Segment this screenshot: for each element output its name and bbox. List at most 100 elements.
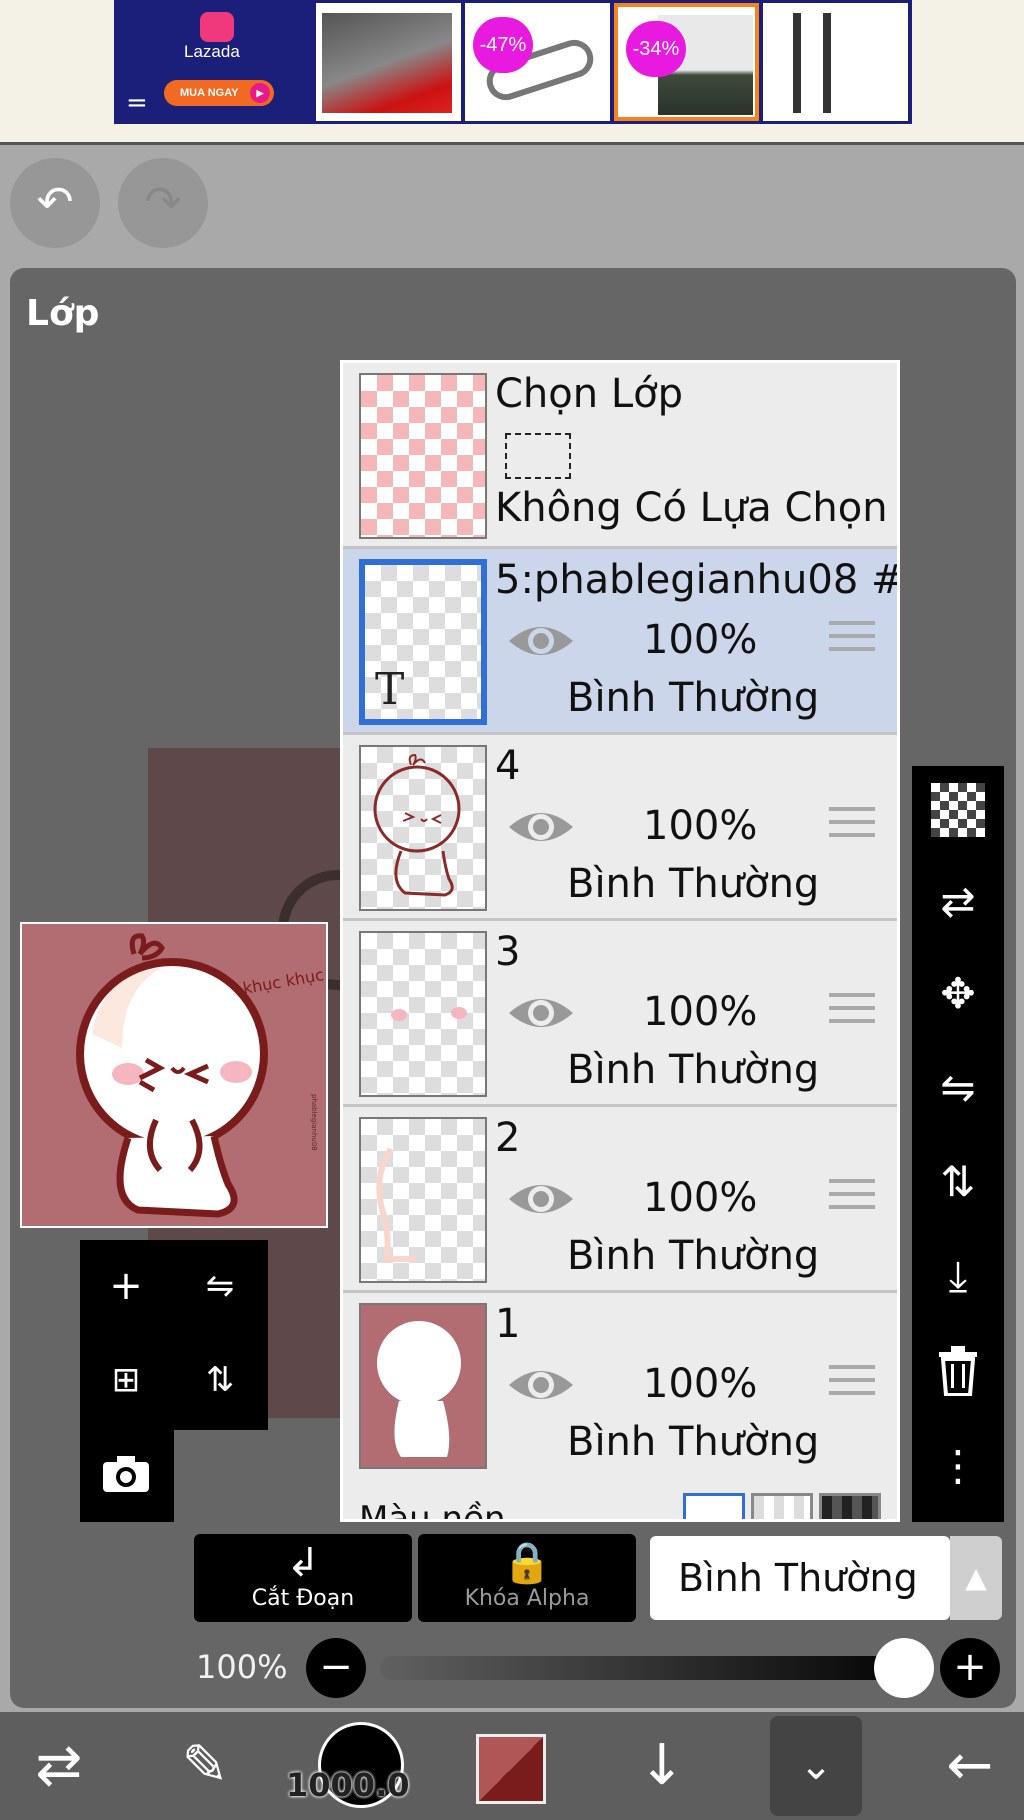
ad-banner[interactable]: Lazada MUA NGAY = -47% -34%	[114, 0, 912, 124]
layer-row[interactable]: 2 100% Bình Thường	[343, 1107, 897, 1293]
ad-area: Lazada MUA NGAY = -47% -34%	[0, 0, 1024, 145]
layer-opacity: 100%	[643, 617, 758, 663]
drag-handle-icon[interactable]	[829, 621, 875, 661]
ad-product-mat[interactable]	[316, 3, 461, 121]
layer-panel-toggle[interactable]: ⌄	[770, 1716, 862, 1816]
signature-text: phablegianhu08	[310, 1094, 318, 1151]
layer-thumb[interactable]	[359, 931, 487, 1097]
ad-product-saw[interactable]: -47%	[465, 3, 610, 121]
drag-handle-icon[interactable]	[829, 993, 875, 1033]
layer-blend-mode: Bình Thường	[567, 1047, 820, 1093]
bg-white-swatch[interactable]	[683, 1493, 745, 1519]
drag-handle-icon[interactable]	[829, 1179, 875, 1219]
visibility-eye-icon[interactable]	[507, 1363, 575, 1407]
add-layer-button[interactable]: +	[86, 1246, 166, 1326]
layer-2-art	[376, 1147, 417, 1262]
opacity-slider-knob[interactable]	[874, 1638, 934, 1698]
blend-mode-select[interactable]: Bình Thường	[650, 1536, 950, 1620]
lazada-heart-icon	[200, 12, 234, 42]
undo-icon: ↶	[36, 177, 74, 228]
layer-thumb[interactable]	[359, 1117, 487, 1283]
color-swatch-button[interactable]	[476, 1734, 546, 1804]
move-button[interactable]: ✥	[912, 954, 1004, 1034]
ad-brand: Lazada	[184, 42, 240, 61]
swap-layers-button[interactable]: ⇄	[912, 862, 1004, 942]
selection-layer-thumb	[359, 373, 487, 539]
clipping-button[interactable]: ↲ Cắt Đoạn	[194, 1534, 412, 1622]
redo-button[interactable]: ↷	[118, 158, 208, 248]
alpha-lock-button[interactable]: 🔒 Khóa Alpha	[418, 1534, 636, 1622]
bg-transparent-swatch[interactable]	[751, 1493, 813, 1519]
flip-vertical-button[interactable]: ⇅	[180, 1340, 260, 1420]
canvas-preview[interactable]: khục khục phablegianhu08	[20, 922, 328, 1228]
tool-switch-button[interactable]: ⇄	[14, 1712, 104, 1820]
layer-blend-mode: Bình Thường	[567, 1419, 820, 1465]
flip-vertical-icon: ⇅	[205, 1360, 235, 1400]
selection-layer-title: Chọn Lớp	[495, 371, 683, 417]
layer-thumb[interactable]	[359, 1303, 487, 1469]
drag-handle-icon[interactable]	[829, 807, 875, 847]
flip-vertical-button[interactable]: ⇅	[912, 1142, 1004, 1222]
delete-layer-button[interactable]	[912, 1330, 1004, 1410]
layer-blend-mode: Bình Thường	[567, 861, 820, 907]
opacity-label: 100%	[196, 1648, 288, 1686]
layer-1-art	[377, 1321, 461, 1457]
layer-thumb[interactable]	[359, 745, 487, 911]
layer-name: 4	[495, 743, 521, 789]
layer-list[interactable]: Chọn Lớp Không Có Lựa Chọn T 5:phablegia…	[340, 360, 900, 1522]
right-toolbar: ⇄ ✥ ⇋ ⇅ ⤓ ⋮	[912, 766, 1004, 1522]
background-color-label: Màu nền	[359, 1499, 506, 1522]
layer-row[interactable]: 3 100% Bình Thường	[343, 921, 897, 1107]
move-icon: ✥	[940, 969, 976, 1018]
layer-row[interactable]: T 5:phablegianhu08 #k 100% Bình Thường	[343, 549, 897, 735]
ad-product-book[interactable]: -34%	[614, 3, 759, 121]
camera-button[interactable]	[86, 1434, 166, 1514]
bg-dark-swatch[interactable]	[819, 1493, 881, 1519]
brush-tool-button[interactable]: ✎	[160, 1712, 250, 1820]
layer-name: 5:phablegianhu08 #k	[495, 557, 900, 603]
move-down-button[interactable]: ↓	[612, 1712, 712, 1820]
layer-opacity: 100%	[643, 1175, 758, 1221]
merge-down-button[interactable]: ⤓	[912, 1236, 1004, 1316]
layer-name: 1	[495, 1301, 521, 1347]
drag-handle-icon[interactable]	[829, 1365, 875, 1405]
character-drawing: khục khục phablegianhu08	[76, 933, 325, 1218]
more-button[interactable]: ⋮	[912, 1426, 1004, 1506]
flip-horizontal-button[interactable]: ⇋	[912, 1048, 1004, 1128]
brush-size-label: 1000.0	[286, 1766, 410, 1804]
layer-blend-mode: Bình Thường	[567, 675, 820, 721]
flip-vertical-icon: ⇅	[940, 1157, 976, 1206]
background-color-row[interactable]: Màu nền	[343, 1475, 897, 1522]
add-layer-icon: +	[109, 1263, 143, 1309]
layer-thumb[interactable]: T	[359, 559, 487, 725]
visibility-eye-icon[interactable]	[507, 1177, 575, 1221]
back-button[interactable]: ←	[920, 1712, 1020, 1820]
ad-product-tools[interactable]	[763, 3, 908, 121]
layer-row[interactable]: 1 100% Bình Thường	[343, 1293, 897, 1479]
transparency-button[interactable]	[912, 770, 1004, 850]
undo-button[interactable]: ↶	[10, 158, 100, 248]
camera-icon	[103, 1456, 149, 1492]
blend-mode-dropdown-button[interactable]: ▲	[950, 1536, 1002, 1620]
opacity-slider-track[interactable]	[380, 1656, 930, 1680]
ad-cta-button[interactable]: MUA NGAY	[164, 80, 274, 106]
hamburger-icon[interactable]: =	[126, 88, 148, 118]
chevron-double-down-icon: ⌄	[799, 1743, 833, 1789]
visibility-eye-icon[interactable]	[507, 805, 575, 849]
arrow-down-icon: ↓	[638, 1733, 686, 1798]
redo-icon: ↷	[144, 177, 182, 228]
ad-logo[interactable]: Lazada MUA NGAY =	[114, 0, 314, 124]
layer-opacity: 100%	[643, 803, 758, 849]
discount-badge: -34%	[626, 21, 686, 77]
minus-icon: −	[319, 1644, 353, 1690]
visibility-eye-icon[interactable]	[507, 991, 575, 1035]
visibility-eye-icon[interactable]	[507, 619, 575, 663]
trash-icon	[939, 1346, 977, 1397]
selection-layer-row[interactable]: Chọn Lớp Không Có Lựa Chọn	[343, 363, 897, 549]
more-icon: ⋮	[937, 1441, 979, 1490]
flip-horizontal-button[interactable]: ⇋	[180, 1246, 260, 1326]
add-layer-copy-button[interactable]: ⊞	[86, 1340, 166, 1420]
opacity-decrease-button[interactable]: −	[306, 1638, 366, 1698]
layer-row[interactable]: 4 100% Bình Thường	[343, 735, 897, 921]
opacity-increase-button[interactable]: +	[940, 1638, 1000, 1698]
